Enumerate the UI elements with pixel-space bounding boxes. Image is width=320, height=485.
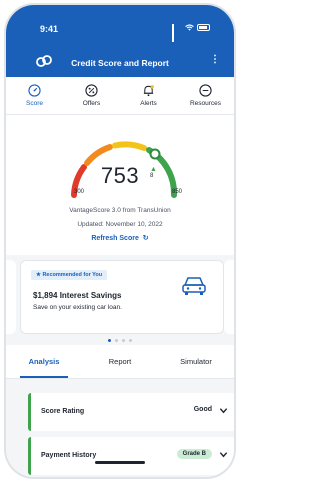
tab-simulator[interactable]: Simulator [158,345,234,378]
page-title: Credit Score and Report [71,58,169,68]
tab-alerts[interactable]: Alerts [120,77,177,114]
carousel-dot[interactable] [129,339,132,342]
carousel-dot[interactable] [122,339,125,342]
refresh-score-label: Refresh Score [91,235,139,242]
score-source: VantageScore 3.0 from TransUnion [69,207,171,214]
score-panel: 753 ▲ 8 300 850 VantageScore 3.0 from Tr… [6,115,234,255]
chevron-down-icon[interactable] [219,406,228,415]
status-icons [172,24,210,42]
carousel-dot[interactable] [108,339,111,342]
tab-alerts-label: Alerts [140,100,157,107]
app-header: 9:41 Credit Score and Report ⋮ [6,5,234,77]
recommendation-body: Save on your existing car loan. [33,304,122,311]
gauge-max-label: 850 [172,189,183,195]
score-change: 8 [150,173,154,179]
score-up-icon: ▲ [150,166,157,173]
recommendation-carousel[interactable]: ★ Recommended for You $1,894 Interest Sa… [6,255,234,355]
recommended-badge: ★ Recommended for You [31,270,108,280]
carousel-dots [6,339,234,342]
percent-icon [85,84,98,97]
refresh-icon: ↻ [140,235,149,242]
next-card-peek[interactable] [224,260,234,334]
tab-score[interactable]: Score [6,77,63,114]
score-updated: Updated: November 10, 2022 [77,221,163,228]
tab-offers-label: Offers [82,100,101,107]
payment-history-row[interactable]: Payment History Grade B [28,437,234,475]
gauge-min-label: 300 [74,189,85,195]
payment-history-label: Payment History [41,452,97,459]
tab-report[interactable]: Report [82,345,158,378]
carousel-dot[interactable] [115,339,118,342]
more-options-icon[interactable]: ⋮ [210,55,220,65]
score-rating-row[interactable]: Score Rating Good [28,393,234,431]
tab-resources-label: Resources [189,100,222,107]
analysis-tab-bar: Analysis Report Simulator [6,345,234,379]
grade-badge: Grade B [176,449,212,459]
analysis-list: Score Rating Good Payment History Grade … [6,379,234,477]
status-time: 9:41 [40,24,59,34]
bell-icon [143,85,154,97]
phone-frame: 9:41 Credit Score and Report ⋮ Score Off… [4,3,236,479]
home-indicator[interactable] [95,461,145,464]
score-icon [28,84,41,97]
refresh-score-button[interactable]: Refresh Score ↻ [6,234,234,242]
recommendation-card[interactable]: ★ Recommended for You $1,894 Interest Sa… [20,260,224,334]
credit-score-value: 753 [100,163,140,188]
signal-icon [172,24,182,42]
top-tab-bar: Score Offers Alerts Resources [6,77,234,115]
battery-icon [197,24,210,31]
previous-card-peek[interactable] [6,260,16,334]
recommendation-title: $1,894 Interest Savings [33,291,122,300]
chevron-down-icon[interactable] [219,450,228,459]
score-rating-label: Score Rating [41,408,85,415]
tab-offers[interactable]: Offers [63,77,120,114]
score-rating-value: Good [193,406,212,413]
tab-score-label: Score [26,100,43,107]
tab-analysis[interactable]: Analysis [6,345,82,378]
wifi-icon [185,24,194,31]
tab-resources[interactable]: Resources [177,77,234,114]
car-icon [182,277,206,295]
minus-circle-icon [199,84,212,97]
